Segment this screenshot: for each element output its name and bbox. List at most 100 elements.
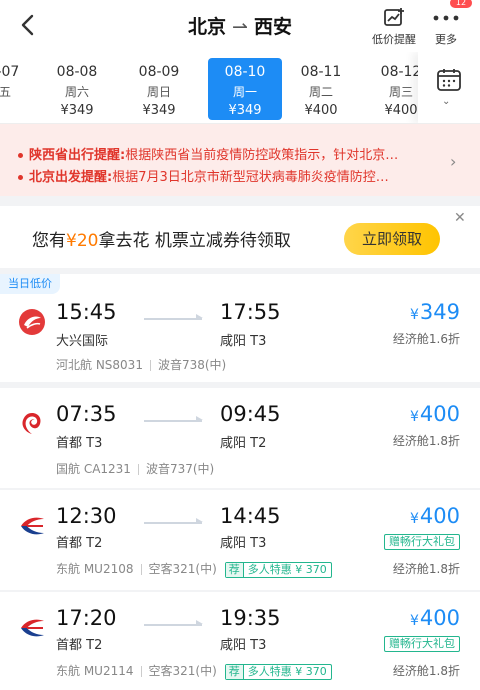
weekday-label: 周五: [0, 85, 11, 99]
departure-time: 17:20: [56, 606, 117, 630]
aircraft-type: 波音738(中): [157, 358, 227, 372]
date-price: ¥400: [304, 103, 338, 118]
airline-flight-no: 国航 CA1231: [56, 462, 131, 476]
flight-meta: 河北航 NS8031 波音738(中): [56, 356, 226, 373]
flight-card[interactable]: 07:35 09:45 首都 T3 咸阳 T2 ¥400 经济舱1.8折 国航 …: [0, 388, 480, 488]
coupon-amount: ¥20: [66, 231, 99, 251]
air-china-logo-icon: [22, 413, 41, 434]
arrival-airport: 咸阳 T2: [220, 436, 267, 451]
date-label: 08-09: [138, 64, 180, 80]
price-value: 349: [419, 300, 460, 324]
calendar-button[interactable]: ⌄: [418, 52, 480, 123]
recommend-label: 荐: [225, 562, 244, 577]
travel-notice-banner[interactable]: 陕西省出行提醒:根据陕西省当前疫情防控政策指示，针对北京… 北京出发提醒:根据7…: [0, 124, 480, 196]
date-cell[interactable]: 08-08 周六 ¥349: [40, 58, 114, 120]
date-cell[interactable]: 08-07 周五: [0, 58, 36, 120]
more-dots-icon: [433, 15, 459, 21]
airline-flight-no: 东航 MU2114: [56, 664, 134, 678]
gift-package-badge: 赠畅行大礼包: [384, 636, 460, 652]
arrival-time: 09:45: [220, 402, 281, 426]
aircraft-type: 波音737(中): [145, 462, 215, 476]
bullet-dot-icon: [18, 175, 23, 180]
weekday-label: 周日: [146, 85, 171, 99]
currency-symbol: ¥: [409, 307, 419, 323]
bullet-dot-icon: [18, 153, 23, 158]
origin-city[interactable]: 北京: [188, 16, 226, 38]
date-price: ¥400: [384, 103, 418, 118]
flight-price: ¥400: [410, 504, 460, 528]
destination-city[interactable]: 西安: [254, 16, 292, 38]
calendar-icon: [437, 69, 461, 91]
date-label: 08-07: [0, 64, 20, 80]
cabin-discount: 经济舱1.6折: [392, 332, 460, 346]
date-cell[interactable]: 08-09 周日 ¥349: [122, 58, 196, 120]
flight-price: ¥400: [410, 606, 460, 630]
price-alert-button[interactable]: 低价提醒: [364, 6, 424, 47]
chevron-left-icon: [21, 14, 34, 36]
arrival-time: 14:45: [220, 504, 281, 528]
weekday-label: 周三: [388, 85, 413, 99]
cabin-discount: 经济舱1.8折: [392, 562, 460, 576]
flight-price: ¥349: [410, 300, 460, 324]
route-arrow-icon: ⇀: [232, 16, 248, 38]
arrival-time: 17:55: [220, 300, 281, 324]
date-price: ¥349: [60, 103, 94, 118]
date-label: 08-12: [380, 64, 420, 80]
divider: [137, 464, 139, 475]
more-button[interactable]: 更多: [426, 6, 466, 47]
flight-card[interactable]: 当日低价 15:45 17:55 大兴国际 咸阳 T3 ¥349 经济舱1.6折…: [0, 274, 480, 382]
flight-card[interactable]: 17:20 19:35 首都 T2 咸阳 T3 ¥400 赠畅行大礼包 经济舱1…: [0, 592, 480, 690]
notice-text: 根据7月3日北京市新型冠状病毒肺炎疫情防控…: [112, 170, 389, 185]
coupon-prefix: 您有: [32, 231, 66, 251]
date-price: ¥349: [142, 103, 176, 118]
date-label: 08-08: [56, 64, 98, 80]
arrival-time: 19:35: [220, 606, 281, 630]
claim-coupon-button[interactable]: 立即领取: [344, 223, 440, 255]
hebei-airlines-logo-icon: [19, 309, 45, 335]
date-price: ¥349: [228, 103, 262, 118]
date-cell[interactable]: 08-12 周三 ¥400: [364, 58, 420, 120]
price-value: 400: [419, 504, 460, 528]
coupon-suffix: 拿去花 机票立减券待领取: [98, 231, 291, 251]
route-arrow-icon: [144, 518, 203, 524]
arrival-airport: 咸阳 T3: [220, 638, 267, 653]
close-icon[interactable]: ✕: [454, 210, 466, 226]
group-discount-badge[interactable]: 荐多人特惠 ¥ 370: [224, 663, 332, 680]
coupon-text: 您有¥20拿去花 机票立减券待领取: [32, 226, 291, 251]
gift-package-badge: 赠畅行大礼包: [384, 534, 460, 550]
group-discount-badge[interactable]: 荐多人特惠 ¥ 370: [224, 561, 332, 578]
price-alert-label: 低价提醒: [372, 33, 416, 46]
cabin-discount: 经济舱1.8折: [392, 434, 460, 448]
weekday-label: 周二: [308, 85, 333, 99]
lowest-price-tag: 当日低价: [0, 274, 60, 294]
arrival-airport: 咸阳 T3: [220, 334, 267, 349]
flight-card[interactable]: 12:30 14:45 首都 T2 咸阳 T3 ¥400 赠畅行大礼包 经济舱1…: [0, 490, 480, 590]
date-label: 08-11: [300, 64, 342, 80]
date-cell-selected[interactable]: 08-10 周一 ¥349: [208, 58, 282, 120]
notice-title: 陕西省出行提醒:: [29, 148, 126, 163]
currency-symbol: ¥: [409, 613, 419, 629]
group-discount-text: 多人特惠 ¥ 370: [247, 562, 327, 576]
aircraft-type: 空客321(中): [148, 664, 217, 678]
departure-time: 12:30: [56, 504, 117, 528]
route-arrow-icon: [144, 314, 203, 320]
airline-flight-no: 河北航 NS8031: [56, 358, 143, 372]
divider: [149, 360, 151, 371]
chevron-down-icon: ⌄: [442, 96, 451, 107]
more-label: 更多: [435, 33, 457, 46]
currency-symbol: ¥: [409, 511, 419, 527]
weekday-label: 周六: [64, 85, 89, 99]
price-value: 400: [419, 606, 460, 630]
departure-airport: 首都 T2: [56, 638, 103, 653]
flight-meta: 东航 MU2114 空客321(中) 荐多人特惠 ¥ 370: [56, 662, 332, 680]
china-eastern-logo-icon: [21, 517, 44, 535]
departure-time: 15:45: [56, 300, 117, 324]
cabin-discount: 经济舱1.8折: [392, 664, 460, 678]
coupon-banner: 您有¥20拿去花 机票立减券待领取 立即领取 ✕: [0, 206, 480, 268]
route-arrow-icon: [144, 416, 203, 422]
back-button[interactable]: [14, 10, 44, 40]
flight-meta: 东航 MU2108 空客321(中) 荐多人特惠 ¥ 370: [56, 560, 332, 578]
route-arrow-icon: [144, 620, 203, 626]
date-cell[interactable]: 08-11 周二 ¥400: [284, 58, 358, 120]
notice-text: 根据陕西省当前疫情防控政策指示，针对北京…: [125, 148, 399, 163]
